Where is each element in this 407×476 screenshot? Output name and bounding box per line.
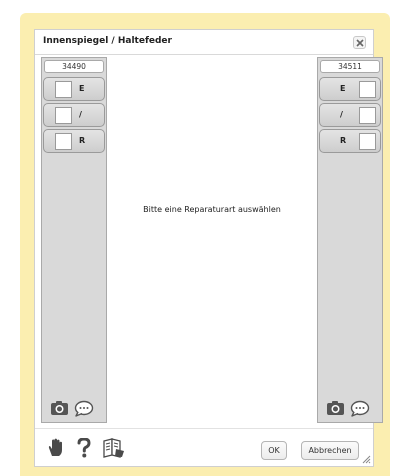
camera-icon[interactable] [326, 400, 345, 416]
select-repair-message: Bitte eine Reparaturart auswählen [143, 205, 281, 214]
left-repair-button-slash[interactable]: / [43, 103, 105, 127]
right-side-panel: 34511 E / R [317, 57, 383, 423]
right-checkbox-r[interactable] [359, 133, 376, 150]
right-panel-icons [326, 400, 378, 418]
close-button[interactable] [353, 36, 366, 49]
close-icon [356, 39, 364, 47]
left-repair-button-r[interactable]: R [43, 129, 105, 153]
left-panel-icons [50, 400, 102, 418]
resize-grip-icon[interactable] [361, 454, 371, 464]
dialog-title: Innenspiegel / Haltefeder [43, 36, 172, 46]
left-button-label-r: R [79, 136, 86, 145]
repair-dialog: Innenspiegel / Haltefeder 34490 E / R Bi… [34, 29, 383, 467]
dialog-titlebar: Innenspiegel / Haltefeder [35, 30, 373, 55]
help-icon[interactable] [77, 438, 91, 458]
left-checkbox-slash[interactable] [55, 107, 72, 124]
repair-type-area: Bitte eine Reparaturart auswählen [107, 57, 317, 423]
cancel-button[interactable]: Abbrechen [301, 441, 359, 460]
left-repair-button-e[interactable]: E [43, 77, 105, 101]
left-checkbox-e[interactable] [55, 81, 72, 98]
right-button-label-r: R [340, 136, 347, 145]
comment-icon[interactable] [350, 400, 370, 417]
right-part-code: 34511 [320, 60, 380, 73]
left-button-label-e: E [79, 84, 85, 93]
left-side-panel: 34490 E / R [41, 57, 107, 423]
comment-icon[interactable] [74, 400, 94, 417]
right-repair-button-r[interactable]: R [319, 129, 381, 153]
right-repair-button-e[interactable]: E [319, 77, 381, 101]
left-part-code: 34490 [44, 60, 104, 73]
left-button-label-slash: / [79, 110, 82, 119]
camera-icon[interactable] [50, 400, 69, 416]
right-checkbox-e[interactable] [359, 81, 376, 98]
left-checkbox-r[interactable] [55, 133, 72, 150]
right-button-label-e: E [340, 84, 346, 93]
right-checkbox-slash[interactable] [359, 107, 376, 124]
right-button-label-slash: / [340, 110, 343, 119]
right-repair-button-slash[interactable]: / [319, 103, 381, 127]
dialog-footer: OK Abbrechen [35, 428, 373, 466]
hand-icon[interactable] [47, 438, 65, 458]
ok-button[interactable]: OK [261, 441, 287, 460]
book-icon[interactable] [103, 438, 125, 458]
